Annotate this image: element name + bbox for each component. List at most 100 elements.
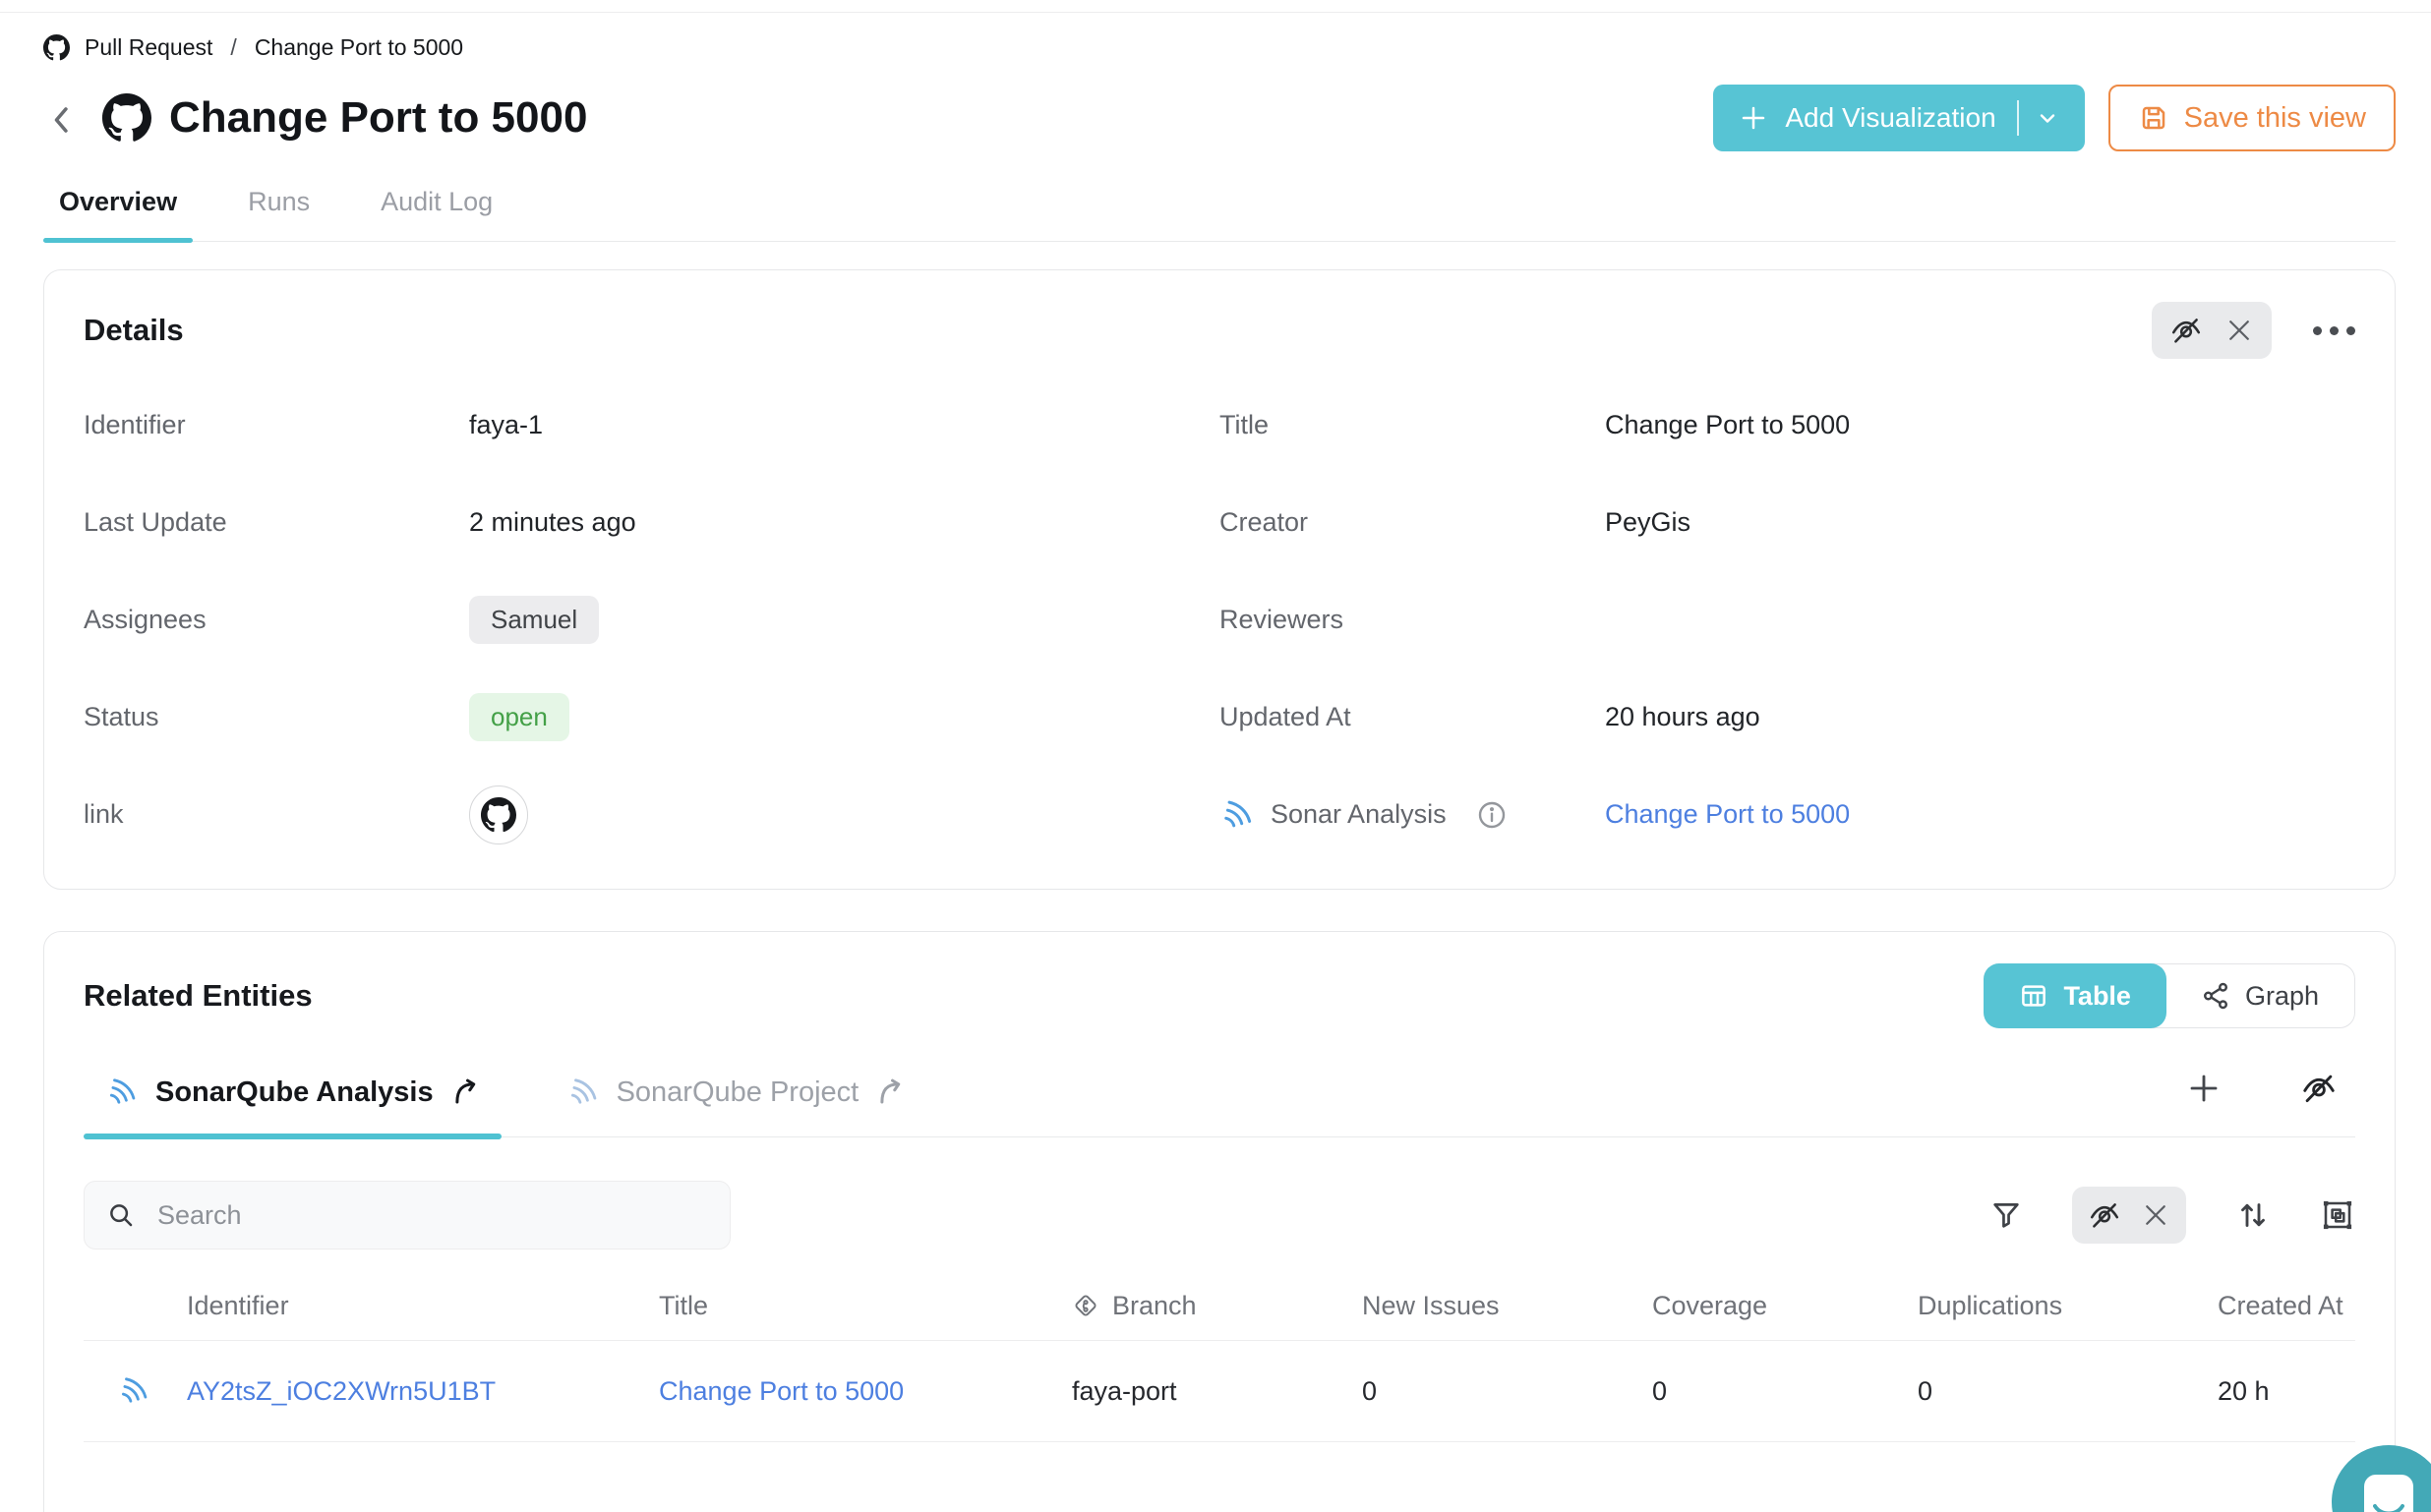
info-icon[interactable] — [1476, 799, 1508, 831]
entity-page: Pull Request / Change Port to 5000 Chang… — [0, 0, 2431, 1512]
curve-arrow-icon — [875, 1077, 905, 1107]
table-row[interactable]: AY2tsZ_iOC2XWrn5U1BT Change Port to 5000… — [84, 1341, 2355, 1442]
tab-sonarqube-project[interactable]: SonarQube Project — [545, 1062, 927, 1136]
row-title-link[interactable]: Change Port to 5000 — [659, 1376, 1072, 1407]
field-label: Last Update — [84, 507, 469, 538]
github-icon — [102, 93, 151, 143]
tab-sonarqube-analysis[interactable]: SonarQube Analysis — [84, 1062, 502, 1136]
details-card: Details Identifier — [43, 269, 2396, 890]
search-icon — [106, 1200, 136, 1230]
back-button[interactable] — [43, 101, 81, 139]
field-reviewers: Reviewers — [1219, 571, 2355, 669]
row-duplications: 0 — [1918, 1376, 2218, 1407]
field-label: Title — [1219, 410, 1605, 440]
field-last-update: Last Update 2 minutes ago — [84, 474, 1219, 571]
field-title: Title Change Port to 5000 — [1219, 377, 2355, 474]
status-badge: open — [469, 693, 569, 741]
column-duplications[interactable]: Duplications — [1918, 1291, 2218, 1321]
details-card-header: Details — [84, 302, 2355, 359]
table-controls-row — [84, 1181, 2355, 1250]
hide-widget-pill[interactable] — [2152, 302, 2272, 359]
hide-table-pill[interactable] — [2072, 1187, 2186, 1244]
field-label: Status — [84, 702, 469, 732]
field-label: link — [84, 799, 469, 830]
related-card-header: Related Entities Table Graph — [84, 963, 2355, 1028]
row-more-options-button[interactable] — [2357, 1388, 2365, 1395]
group-by-icon[interactable] — [2320, 1197, 2355, 1233]
graph-view-button[interactable]: Graph — [2165, 964, 2354, 1027]
plus-icon — [1739, 103, 1768, 133]
search-input[interactable] — [155, 1199, 708, 1232]
row-branch: faya-port — [1072, 1376, 1362, 1407]
field-creator: Creator PeyGis — [1219, 474, 2355, 571]
details-fields: Identifier faya-1 Last Update 2 minutes … — [84, 377, 2355, 863]
chat-icon — [2364, 1475, 2413, 1512]
sonarqube-icon — [84, 1374, 187, 1408]
field-label: Reviewers — [1219, 605, 1605, 635]
column-branch[interactable]: Branch — [1072, 1291, 1362, 1321]
field-value: Change Port to 5000 — [1605, 410, 1850, 440]
sonarqube-icon — [1219, 797, 1255, 833]
add-visualization-button[interactable]: Add Visualization — [1713, 85, 2084, 151]
field-value: 20 hours ago — [1605, 702, 1760, 732]
sonarqube-icon — [105, 1076, 139, 1109]
details-left-column: Identifier faya-1 Last Update 2 minutes … — [84, 377, 1219, 863]
field-link: link — [84, 766, 1219, 863]
github-link-button[interactable] — [469, 785, 528, 844]
field-label: Identifier — [84, 410, 469, 440]
column-new-issues[interactable]: New Issues — [1362, 1291, 1652, 1321]
table-icon — [2019, 981, 2048, 1011]
table-header: Identifier Title Branch New Issues Cover… — [84, 1271, 2355, 1341]
assignee-chip[interactable]: Samuel — [469, 596, 599, 644]
field-assignees: Assignees Samuel — [84, 571, 1219, 669]
field-sonar-analysis: Sonar Analysis Change Port to 5000 — [1219, 766, 2355, 863]
sonar-analysis-link[interactable]: Change Port to 5000 — [1605, 799, 1850, 830]
row-created-at: 20 h — [2218, 1376, 2357, 1407]
breadcrumb-parent[interactable]: Pull Request — [85, 34, 212, 61]
tab-runs[interactable]: Runs — [232, 187, 326, 241]
tab-overview[interactable]: Overview — [43, 187, 193, 241]
chevron-down-icon[interactable] — [2036, 106, 2059, 130]
column-branch-label: Branch — [1112, 1291, 1197, 1321]
filter-icon[interactable] — [1989, 1198, 2023, 1232]
add-related-entity-button[interactable] — [2186, 1071, 2222, 1106]
close-icon[interactable] — [2141, 1200, 2170, 1230]
row-coverage: 0 — [1652, 1376, 1918, 1407]
header-actions: Add Visualization Save this view — [1713, 85, 2396, 151]
column-title[interactable]: Title — [659, 1291, 1072, 1321]
tab-audit-log[interactable]: Audit Log — [365, 187, 508, 241]
breadcrumb-separator: / — [230, 34, 236, 61]
button-divider — [2017, 100, 2019, 136]
breadcrumb: Pull Request / Change Port to 5000 — [43, 34, 2396, 61]
title-row: Change Port to 5000 Add Visualization — [43, 85, 2396, 151]
save-this-view-button[interactable]: Save this view — [2108, 85, 2396, 151]
page-title: Change Port to 5000 — [169, 93, 587, 143]
close-icon[interactable] — [2224, 316, 2254, 345]
related-entities-card: Related Entities Table Graph — [43, 931, 2396, 1512]
field-updated-at: Updated At 20 hours ago — [1219, 669, 2355, 766]
column-identifier[interactable]: Identifier — [187, 1291, 659, 1321]
entity-tabs-tools — [2168, 1070, 2355, 1136]
sort-icon[interactable] — [2235, 1197, 2271, 1233]
row-identifier-link[interactable]: AY2tsZ_iOC2XWrn5U1BT — [187, 1376, 659, 1407]
search-box[interactable] — [84, 1181, 731, 1250]
table-view-button[interactable]: Table — [1984, 963, 2166, 1028]
main-content: Pull Request / Change Port to 5000 Chang… — [0, 34, 2431, 1512]
view-toggle: Table Graph — [1984, 963, 2355, 1028]
field-label: Updated At — [1219, 702, 1605, 732]
column-coverage[interactable]: Coverage — [1652, 1291, 1918, 1321]
github-icon — [43, 34, 70, 61]
table-view-label: Table — [2063, 981, 2131, 1012]
column-created-at[interactable]: Created At — [2218, 1291, 2357, 1321]
details-heading: Details — [84, 313, 184, 348]
curve-arrow-icon — [450, 1077, 480, 1107]
details-right-column: Title Change Port to 5000 Creator PeyGis… — [1219, 377, 2355, 863]
eye-off-icon[interactable] — [2300, 1070, 2338, 1107]
eye-off-icon[interactable] — [2088, 1198, 2121, 1232]
add-visualization-label: Add Visualization — [1785, 102, 1995, 134]
related-entities-heading: Related Entities — [84, 978, 313, 1014]
eye-off-icon[interactable] — [2169, 314, 2203, 347]
top-divider — [0, 0, 2431, 13]
field-label: Assignees — [84, 605, 469, 635]
more-options-button[interactable] — [2313, 326, 2355, 335]
